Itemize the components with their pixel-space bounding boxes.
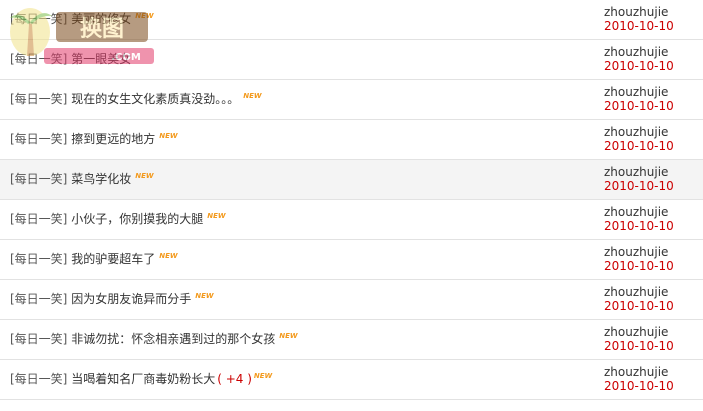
post-title-cell: [每日一笑] 我的驴要超车了 NEW	[10, 240, 178, 279]
list-item: [每日一笑] 擦到更远的地方 NEW zhouzhujie 2010-10-10	[0, 120, 703, 160]
post-title-link[interactable]: 擦到更远的地方	[71, 132, 155, 146]
category-tag[interactable]: [每日一笑]	[10, 92, 67, 106]
category-tag[interactable]: [每日一笑]	[10, 172, 67, 186]
author-name[interactable]: zhouzhujie	[604, 165, 699, 179]
new-badge-icon: NEW	[159, 252, 178, 260]
post-meta: zhouzhujie 2010-10-10	[604, 365, 699, 393]
new-badge-icon: NEW	[207, 212, 226, 220]
author-name[interactable]: zhouzhujie	[604, 245, 699, 259]
post-date: 2010-10-10	[604, 19, 674, 33]
new-badge-icon: NEW	[279, 332, 298, 340]
category-tag[interactable]: [每日一笑]	[10, 372, 67, 386]
category-tag[interactable]: [每日一笑]	[10, 332, 67, 346]
new-badge-icon: NEW	[253, 372, 273, 380]
post-title-link[interactable]: 非诚勿扰：怀念相亲遇到过的那个女孩	[71, 332, 275, 346]
author-name[interactable]: zhouzhujie	[604, 125, 699, 139]
post-list: [每日一笑] 美丽的修女 NEW zhouzhujie 2010-10-10 [每…	[0, 0, 703, 411]
list-item: [每日一笑] 小伙子，你别摸我的大腿 NEW zhouzhujie 2010-10…	[0, 200, 703, 240]
post-meta: zhouzhujie 2010-10-10	[604, 205, 699, 233]
post-title-link[interactable]: 现在的女生文化素质真没劲。。。	[71, 92, 239, 106]
new-badge-icon: NEW	[243, 92, 262, 100]
post-title-cell: [每日一笑] 当喝着知名厂商毒奶粉长大( +4 ) NEW	[10, 360, 272, 399]
new-badge-icon: NEW	[159, 132, 178, 140]
post-title-cell: [每日一笑] 现在的女生文化素质真没劲。。。 NEW	[10, 80, 262, 119]
post-title-cell: [每日一笑] 美丽的修女 NEW	[10, 0, 154, 39]
post-title-link[interactable]: 当喝着知名厂商毒奶粉长大	[71, 372, 215, 386]
post-title-cell: [每日一笑] 因为女朋友诡异而分手 NEW	[10, 280, 214, 319]
reply-count: ( +4 )	[217, 372, 252, 386]
list-item: [每日一笑] 现在的女生文化素质真没劲。。。 NEW zhouzhujie 201…	[0, 80, 703, 120]
post-date: 2010-10-10	[604, 99, 674, 113]
list-item: [每日一笑] 当喝着知名厂商毒奶粉长大( +4 ) NEW zhouzhujie …	[0, 360, 703, 400]
category-tag[interactable]: [每日一笑]	[10, 52, 67, 66]
author-name[interactable]: zhouzhujie	[604, 45, 699, 59]
new-badge-icon: NEW	[195, 292, 214, 300]
list-item: [每日一笑] 非诚勿扰：怀念相亲遇到过的那个女孩 NEW zhouzhujie 2…	[0, 320, 703, 360]
category-tag[interactable]: [每日一笑]	[10, 252, 67, 266]
list-item: [每日一笑] 我的驴要超车了 NEW zhouzhujie 2010-10-10	[0, 240, 703, 280]
author-name[interactable]: zhouzhujie	[604, 205, 699, 219]
author-name[interactable]: zhouzhujie	[604, 5, 699, 19]
post-title-cell: [每日一笑] 非诚勿扰：怀念相亲遇到过的那个女孩 NEW	[10, 320, 298, 359]
category-tag[interactable]: [每日一笑]	[10, 292, 67, 306]
new-badge-icon: NEW	[135, 172, 154, 180]
post-title-link[interactable]: 菜鸟学化妆	[71, 172, 131, 186]
list-item: [每日一笑] 因为女朋友诡异而分手 NEW zhouzhujie 2010-10-…	[0, 280, 703, 320]
list-item: [每日一笑] 菜鸟学化妆 NEW zhouzhujie 2010-10-10	[0, 160, 703, 200]
post-date: 2010-10-10	[604, 379, 674, 393]
post-title-link[interactable]: 因为女朋友诡异而分手	[71, 292, 191, 306]
list-item: [每日一笑] 第一眼美女 zhouzhujie 2010-10-10	[0, 40, 703, 80]
post-title-cell: [每日一笑] 小伙子，你别摸我的大腿 NEW	[10, 200, 226, 239]
post-meta: zhouzhujie 2010-10-10	[604, 5, 699, 33]
author-name[interactable]: zhouzhujie	[604, 285, 699, 299]
post-meta: zhouzhujie 2010-10-10	[604, 245, 699, 273]
category-tag[interactable]: [每日一笑]	[10, 212, 67, 226]
post-date: 2010-10-10	[604, 219, 674, 233]
post-meta: zhouzhujie 2010-10-10	[604, 125, 699, 153]
new-badge-icon: NEW	[135, 12, 154, 20]
post-meta: zhouzhujie 2010-10-10	[604, 85, 699, 113]
post-title-link[interactable]: 我的驴要超车了	[71, 252, 155, 266]
post-meta: zhouzhujie 2010-10-10	[604, 285, 699, 313]
post-title-link[interactable]: 第一眼美女	[71, 52, 131, 66]
post-date: 2010-10-10	[604, 139, 674, 153]
post-meta: zhouzhujie 2010-10-10	[604, 325, 699, 353]
post-title-link[interactable]: 美丽的修女	[71, 12, 131, 26]
post-date: 2010-10-10	[604, 179, 674, 193]
post-date: 2010-10-10	[604, 299, 674, 313]
post-meta: zhouzhujie 2010-10-10	[604, 165, 699, 193]
author-name[interactable]: zhouzhujie	[604, 365, 699, 379]
post-title-cell: [每日一笑] 菜鸟学化妆 NEW	[10, 160, 154, 199]
post-title-cell: [每日一笑] 第一眼美女	[10, 40, 135, 79]
post-meta: zhouzhujie 2010-10-10	[604, 45, 699, 73]
author-name[interactable]: zhouzhujie	[604, 85, 699, 99]
post-date: 2010-10-10	[604, 339, 674, 353]
list-item: [每日一笑] 美丽的修女 NEW zhouzhujie 2010-10-10	[0, 0, 703, 40]
category-tag[interactable]: [每日一笑]	[10, 132, 67, 146]
post-date: 2010-10-10	[604, 59, 674, 73]
post-title-link[interactable]: 小伙子，你别摸我的大腿	[71, 212, 203, 226]
category-tag[interactable]: [每日一笑]	[10, 12, 67, 26]
post-title-cell: [每日一笑] 擦到更远的地方 NEW	[10, 120, 178, 159]
post-date: 2010-10-10	[604, 259, 674, 273]
author-name[interactable]: zhouzhujie	[604, 325, 699, 339]
